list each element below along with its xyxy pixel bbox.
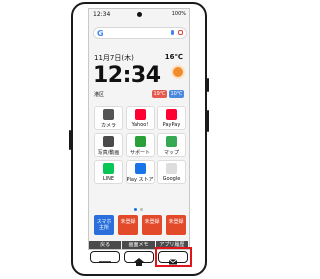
play-store-icon (134, 163, 146, 174)
sun-icon (173, 67, 183, 77)
tab-back[interactable]: 戻る (89, 241, 123, 249)
side-button[interactable] (69, 130, 71, 150)
google-logo: G (97, 29, 104, 38)
photo-icon (103, 136, 114, 147)
app-tile[interactable]: 写真/動画 (94, 133, 123, 157)
status-bar: 12:34 100% (89, 9, 189, 21)
widget-clock: 12:34 (93, 63, 161, 88)
contact-button[interactable]: 未登録 (142, 215, 162, 235)
app-label: 写真/動画 (97, 150, 120, 156)
yahoo-icon (134, 109, 146, 120)
app-label: マップ (163, 150, 179, 156)
status-time: 12:34 (93, 11, 111, 18)
home-button[interactable] (124, 251, 154, 266)
app-label: サポート (129, 150, 150, 156)
highlight-box (155, 247, 192, 267)
screen: 12:34 100% G 11月7日(木) 16℃ 12:34 港区 19℃ 1… (88, 8, 190, 250)
side-button[interactable] (207, 78, 209, 92)
google-icon (166, 163, 177, 174)
page-dot (140, 208, 143, 211)
app-tile[interactable]: サポート (125, 133, 155, 157)
widget-temp: 16℃ (164, 53, 183, 61)
side-button[interactable] (207, 110, 209, 132)
page-dot (134, 208, 137, 211)
app-label: Play ストア (126, 177, 154, 183)
page-indicator (134, 208, 146, 211)
status-indicators: 100% (172, 11, 186, 17)
temp-high-badge: 19℃ (152, 90, 167, 98)
widget-date: 11月7日(木) (94, 54, 134, 62)
line-icon (103, 163, 114, 174)
support-icon (134, 136, 146, 147)
app-tile[interactable]: PayPay (157, 106, 186, 130)
app-tile[interactable]: カメラ (94, 106, 123, 130)
app-tile[interactable]: Yahoo! (125, 106, 155, 130)
contact-button[interactable]: スマホ 主所 (94, 215, 114, 235)
mic-icon[interactable] (171, 30, 174, 35)
front-camera (137, 12, 142, 17)
app-label: LINE (102, 176, 115, 182)
tab-screen-memo[interactable]: 画面メモ (122, 241, 156, 249)
camera-icon (103, 109, 114, 120)
contacts-row: スマホ 主所 未登録 未登録 未登録 (94, 215, 186, 235)
app-label: カメラ (100, 123, 116, 129)
lens-icon[interactable] (178, 30, 183, 35)
search-bar[interactable]: G (93, 27, 187, 39)
app-tile[interactable]: マップ (157, 133, 186, 157)
home-icon (134, 258, 144, 266)
app-tile[interactable]: LINE (94, 160, 123, 184)
contact-button[interactable]: 未登録 (118, 215, 138, 235)
map-icon (166, 136, 177, 147)
app-tile[interactable]: Play ストア (125, 160, 155, 184)
contact-button[interactable]: 未登録 (166, 215, 186, 235)
back-icon (99, 261, 111, 263)
app-label: Google (162, 176, 181, 182)
app-label: PayPay (162, 122, 181, 128)
widget-location: 港区 (94, 92, 105, 98)
paypay-icon (166, 109, 177, 120)
app-label: Yahoo! (131, 122, 149, 128)
battery-text: 100% (171, 11, 186, 17)
temp-low-badge: 10℃ (169, 90, 184, 98)
app-tile[interactable]: Google (157, 160, 186, 184)
back-button[interactable] (90, 251, 120, 263)
